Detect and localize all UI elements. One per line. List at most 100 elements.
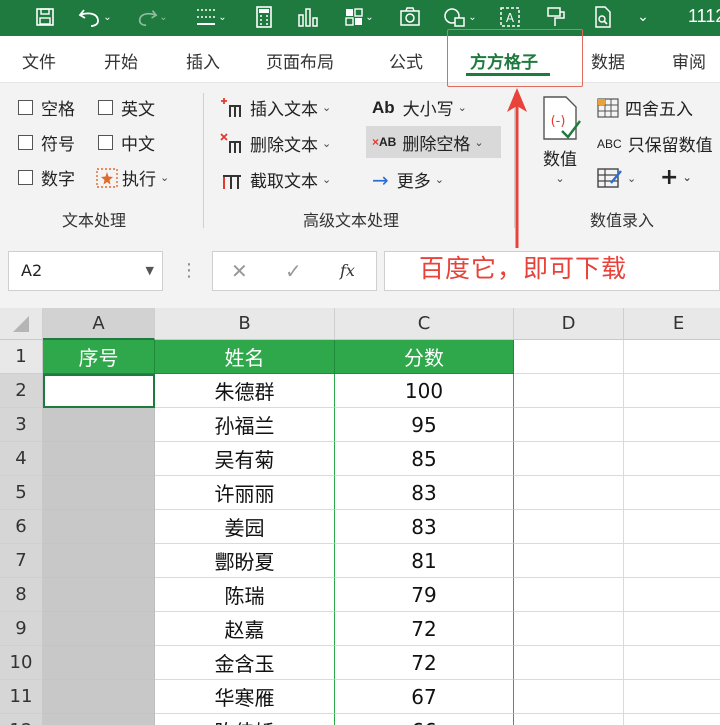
case-button[interactable]: Ab 大小写 ⌄ [372,95,467,121]
name-cell[interactable]: 陈瑞 [155,578,335,612]
name-cell[interactable]: 朱德群 [155,374,335,408]
cell[interactable] [514,646,624,680]
name-cell[interactable]: 赵嘉 [155,612,335,646]
cell[interactable] [624,442,720,476]
more-button[interactable]: → 更多 ⌄ [372,167,444,193]
selected-blank-cell[interactable] [43,714,155,725]
checkbox-chinese[interactable]: 中文 [98,130,155,155]
delete-space-button[interactable]: ×AB 删除空格 ⌄ [366,126,501,158]
selected-blank-cell[interactable] [43,408,155,442]
score-cell[interactable]: 100 [335,374,514,408]
header-cell[interactable]: 序号 [43,340,155,374]
row-header[interactable]: 2 [0,374,43,408]
insert-function-icon[interactable]: fx [340,261,355,280]
tab-data[interactable]: 数据 [591,48,625,73]
enter-check-icon[interactable]: ✓ [285,259,302,283]
delete-text-button[interactable]: 删除文本 ⌄ [220,131,331,156]
selected-blank-cell[interactable] [43,510,155,544]
score-cell[interactable]: 72 [335,646,514,680]
shapes-icon[interactable]: ⌄ [436,3,484,31]
row-header[interactable]: 1 [0,340,43,374]
checkbox-box[interactable] [18,170,33,185]
grid-select-icon[interactable]: ⌄ [336,3,382,31]
tab-review[interactable]: 审阅 [672,48,706,73]
edit-grid-button[interactable]: ⌄ [597,167,636,189]
round-button[interactable]: 四舍五入 [597,95,693,120]
score-cell[interactable]: 66 [335,714,514,725]
chart-icon[interactable] [294,3,322,31]
row-header[interactable]: 4 [0,442,43,476]
row-header[interactable]: 12 [0,714,43,725]
column-header-d[interactable]: D [514,308,624,340]
column-header-a[interactable]: A [43,308,155,340]
insert-text-button[interactable]: 插入文本 ⌄ [220,95,331,120]
checkbox-box[interactable] [18,135,33,150]
tab-formulas[interactable]: 公式 [389,48,423,73]
save-icon[interactable] [30,3,60,31]
score-cell[interactable]: 72 [335,612,514,646]
add-button[interactable]: + ⌄ [660,165,692,190]
score-cell[interactable]: 79 [335,578,514,612]
cell[interactable] [624,476,720,510]
active-cell[interactable] [43,374,155,408]
selected-blank-cell[interactable] [43,646,155,680]
format-painter-icon[interactable] [540,3,574,31]
cell[interactable] [624,408,720,442]
cell[interactable] [514,442,624,476]
textbox-icon[interactable]: A [496,3,524,31]
name-cell[interactable]: 酆盼夏 [155,544,335,578]
cell[interactable] [624,680,720,714]
cell[interactable] [624,340,720,374]
selected-blank-cell[interactable] [43,544,155,578]
checkbox-number[interactable]: 数字 [18,165,75,190]
cell[interactable] [624,544,720,578]
score-cell[interactable]: 67 [335,680,514,714]
row-header[interactable]: 7 [0,544,43,578]
column-header-c[interactable]: C [335,308,514,340]
undo-icon[interactable]: ⌄ [72,3,118,31]
print-preview-icon[interactable] [588,3,618,31]
cell[interactable] [624,510,720,544]
cell[interactable] [514,374,624,408]
name-cell[interactable]: 许丽丽 [155,476,335,510]
checkbox-english[interactable]: 英文 [98,95,155,120]
column-header-e[interactable]: E [624,308,720,340]
value-button[interactable]: (-) 数值 ⌄ [538,95,582,185]
name-box[interactable]: A2 ▼ [8,251,163,291]
checkbox-box[interactable] [98,135,113,150]
keep-value-button[interactable]: ABC 只保留数值 [597,131,713,156]
score-cell[interactable]: 81 [335,544,514,578]
selected-blank-cell[interactable] [43,442,155,476]
name-cell[interactable]: 吴有菊 [155,442,335,476]
cell[interactable] [624,612,720,646]
name-cell[interactable]: 孙福兰 [155,408,335,442]
row-header[interactable]: 3 [0,408,43,442]
cell[interactable] [514,510,624,544]
name-cell[interactable]: 陈佳娇 [155,714,335,725]
row-header[interactable]: 8 [0,578,43,612]
checkbox-space[interactable]: 空格 [18,95,75,120]
score-cell[interactable]: 83 [335,476,514,510]
score-cell[interactable]: 83 [335,510,514,544]
calculator-icon[interactable] [250,3,278,31]
tab-page-layout[interactable]: 页面布局 [266,48,334,73]
checkbox-box[interactable] [18,100,33,115]
row-header[interactable]: 10 [0,646,43,680]
cell[interactable] [624,646,720,680]
score-cell[interactable]: 95 [335,408,514,442]
extract-text-button[interactable]: 截取文本 ⌄ [220,167,331,192]
name-cell[interactable]: 华寒雁 [155,680,335,714]
camera-icon[interactable] [396,3,424,31]
cell[interactable] [514,612,624,646]
cell[interactable] [514,578,624,612]
row-header[interactable]: 6 [0,510,43,544]
cell[interactable] [624,714,720,725]
cell[interactable] [514,408,624,442]
redo-icon[interactable]: ⌄ [132,3,172,31]
tab-home[interactable]: 开始 [104,48,138,73]
cancel-icon[interactable]: ✕ [231,259,248,283]
select-all-corner[interactable] [0,308,43,340]
cell[interactable] [514,544,624,578]
name-cell[interactable]: 姜园 [155,510,335,544]
cell[interactable] [514,476,624,510]
